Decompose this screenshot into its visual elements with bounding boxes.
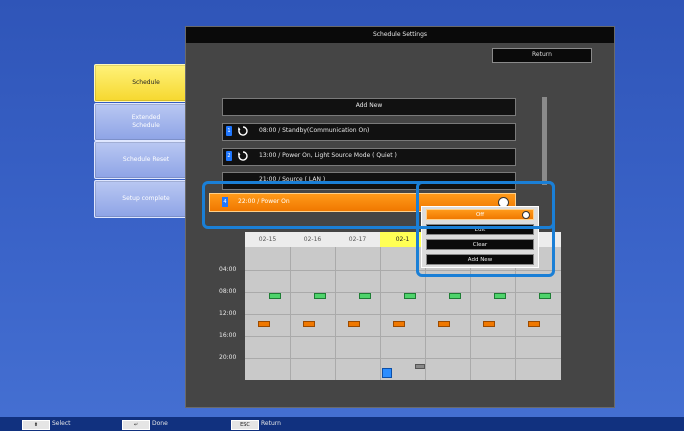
select-label: Select	[52, 420, 71, 427]
sidebar-item-label: Extended Schedule	[131, 114, 161, 129]
event-selected-marker	[382, 368, 392, 378]
time-label: 08:00	[219, 288, 237, 295]
time-label: 16:00	[219, 332, 237, 339]
event-power-on	[438, 321, 450, 327]
calendar-date: 02-15	[245, 232, 291, 247]
sidebar-item-setup-complete[interactable]: Setup complete	[94, 180, 198, 218]
event-standby	[539, 293, 551, 299]
schedule-row-text: 08:00 / Standby(Communication On)	[259, 127, 370, 134]
calendar-gridline	[245, 314, 561, 315]
sidebar-item-schedule-reset[interactable]: Schedule Reset	[94, 141, 198, 179]
event-standby	[269, 293, 281, 299]
event-power-on	[303, 321, 315, 327]
add-new-button[interactable]: Add New	[222, 98, 516, 116]
add-new-label: Add New	[355, 102, 383, 109]
scrollbar[interactable]	[542, 97, 547, 185]
event-standby	[494, 293, 506, 299]
sidebar-item-label: Schedule	[132, 79, 160, 86]
time-label: 20:00	[219, 354, 237, 361]
sidebar-item-label: Schedule Reset	[122, 156, 170, 163]
highlight-menu-callout	[416, 181, 555, 277]
calendar-gridline	[245, 358, 561, 359]
sidebar-item-schedule[interactable]: Schedule	[94, 64, 198, 102]
select-key-icon: ⬍	[22, 420, 50, 430]
schedule-row-text: 13:00 / Power On, Light Source Mode ( Qu…	[259, 152, 397, 159]
time-label: 04:00	[219, 266, 237, 273]
event-standby	[359, 293, 371, 299]
schedule-number-icon: 1	[226, 126, 232, 136]
event-standby	[449, 293, 461, 299]
event-standby	[314, 293, 326, 299]
bottom-hint-bar: ⬍ Select ↵ Done ESC Return	[0, 417, 684, 431]
calendar-date: 02-16	[290, 232, 336, 247]
done-label: Done	[152, 420, 168, 427]
event-source	[415, 364, 425, 369]
calendar-gridline	[245, 292, 561, 293]
event-power-on	[348, 321, 360, 327]
calendar-gridline	[245, 336, 561, 337]
event-power-on	[393, 321, 405, 327]
page-title: Schedule Settings	[186, 27, 614, 43]
event-standby	[404, 293, 416, 299]
calendar-date: 02-17	[335, 232, 381, 247]
repeat-icon	[238, 151, 248, 161]
sidebar-item-label: Setup complete	[122, 195, 170, 202]
schedule-number-icon: 2	[226, 151, 232, 161]
time-label: 12:00	[219, 310, 237, 317]
sidebar-item-extended-schedule[interactable]: Extended Schedule	[94, 103, 198, 141]
event-power-on	[528, 321, 540, 327]
return-label: Return	[261, 420, 281, 427]
esc-key-icon: ESC	[231, 420, 259, 430]
schedule-row[interactable]: 2 13:00 / Power On, Light Source Mode ( …	[222, 148, 516, 166]
event-power-on	[483, 321, 495, 327]
repeat-icon	[238, 126, 248, 136]
schedule-row[interactable]: 1 08:00 / Standby(Communication On)	[222, 123, 516, 141]
return-button[interactable]: Return	[492, 48, 592, 63]
enter-key-icon: ↵	[122, 420, 150, 430]
event-power-on	[258, 321, 270, 327]
